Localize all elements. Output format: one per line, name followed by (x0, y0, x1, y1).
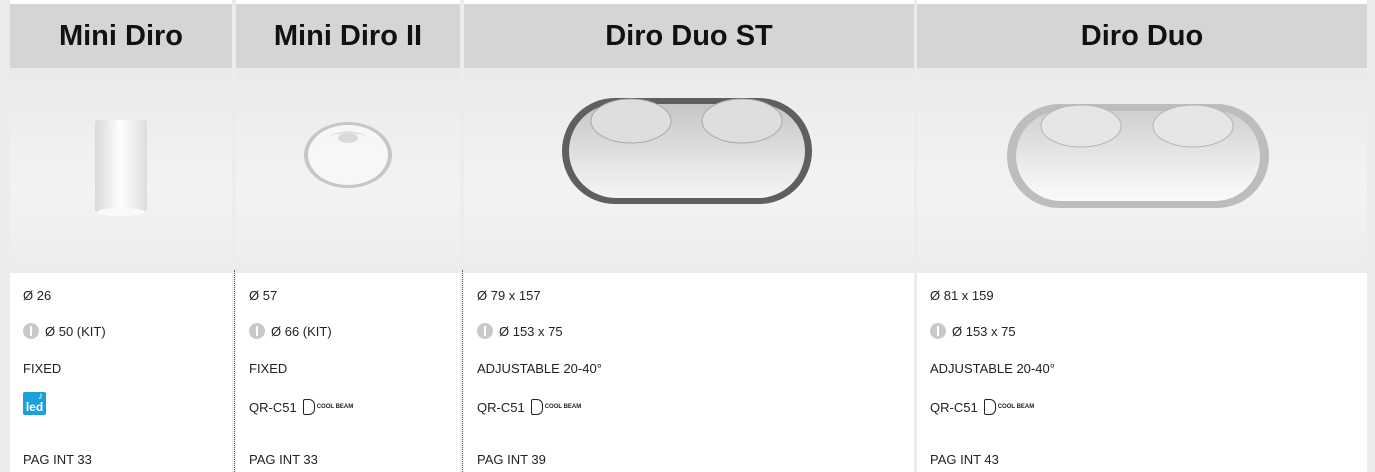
diameter-spec: Ø 81 x 159 (930, 288, 994, 303)
diameter-spec: Ø 26 (23, 288, 52, 303)
lamp-type: QR-C51 (930, 399, 978, 415)
cutout-value: Ø 66 (KIT) (271, 323, 332, 339)
twin-oval-light-image (562, 98, 812, 204)
cutout-spec: Ø 153 x 75 (477, 323, 563, 339)
twin-oval-light-image (1007, 104, 1269, 208)
page-ref: PAG INT 43 (930, 452, 999, 467)
page-ref: PAG INT 39 (477, 452, 546, 467)
product-title: Diro Duo (917, 4, 1367, 68)
mount-spec: ADJUSTABLE 20-40° (930, 361, 1055, 376)
cool-beam-lamp-icon: COOL BEAM (983, 399, 1034, 415)
product-image (10, 68, 232, 273)
product-column-diro-duo: Diro Duo Ø 81 x 159 Ø 153 x 75 ADJUSTABL… (917, 0, 1367, 472)
cutout-spec: Ø 66 (KIT) (249, 323, 332, 339)
lamp-type: QR-C51 (249, 399, 297, 415)
led-icon: led (23, 392, 46, 415)
dimension-icon (477, 323, 493, 339)
cool-beam-lamp-icon: COOL BEAM (302, 399, 353, 415)
page-ref: PAG INT 33 (249, 452, 318, 467)
diameter-spec: Ø 57 (249, 288, 278, 303)
dimension-icon (930, 323, 946, 339)
product-column-diro-duo-st: Diro Duo ST Ø 79 x 157 Ø 153 x 75 ADJUST… (464, 0, 914, 472)
diameter-spec: Ø 79 x 157 (477, 288, 541, 303)
mount-spec: FIXED (249, 361, 288, 376)
product-image (917, 68, 1367, 273)
lamp-type: QR-C51 (477, 399, 525, 415)
mount-spec: ADJUSTABLE 20-40° (477, 361, 602, 376)
dimension-icon (249, 323, 265, 339)
column-divider (462, 270, 463, 472)
cool-beam-lamp-icon: COOL BEAM (530, 399, 581, 415)
lamp-spec: QR-C51 COOL BEAM (477, 399, 581, 415)
cutout-value: Ø 153 x 75 (952, 323, 1016, 339)
cutout-spec: Ø 153 x 75 (930, 323, 1016, 339)
round-downlight-image (304, 122, 392, 188)
dimension-icon (23, 323, 39, 339)
page-ref: PAG INT 33 (23, 452, 92, 467)
mount-spec: FIXED (23, 361, 62, 376)
product-title: Mini Diro (10, 4, 232, 68)
product-image (236, 68, 460, 273)
column-divider (234, 270, 235, 472)
cutout-spec: Ø 50 (KIT) (23, 323, 106, 339)
lamp-spec: led (23, 392, 46, 415)
cutout-value: Ø 153 x 75 (499, 323, 563, 339)
product-column-mini-diro-ii: Mini Diro II Ø 57 Ø 66 (KIT) FIXED QR-C5… (236, 0, 460, 472)
lamp-spec: QR-C51 COOL BEAM (249, 399, 353, 415)
cylinder-light-image (95, 120, 147, 216)
product-title: Mini Diro II (236, 4, 460, 68)
product-title: Diro Duo ST (464, 4, 914, 68)
cutout-value: Ø 50 (KIT) (45, 323, 106, 339)
lamp-spec: QR-C51 COOL BEAM (930, 399, 1034, 415)
product-column-mini-diro: Mini Diro Ø 26 Ø 50 (KIT) FIXED led PAG … (10, 0, 232, 472)
product-image (464, 68, 914, 273)
